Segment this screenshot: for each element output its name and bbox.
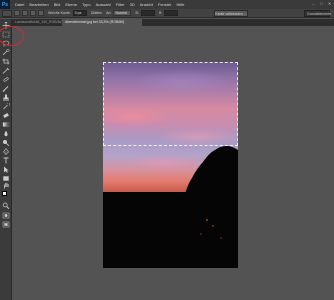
height-label: H:	[158, 11, 163, 15]
options-bar: Weiche Kante: 0 px Glätten Art: Normal B…	[0, 9, 334, 18]
menu-ebene[interactable]: Ebene	[65, 2, 77, 7]
menu-fenster[interactable]: Fenster	[158, 2, 172, 7]
style-label: Art:	[106, 11, 112, 15]
refine-edge-button[interactable]: Kante verbessern ...	[214, 10, 248, 17]
tools-panel	[0, 19, 12, 300]
history-brush-icon[interactable]	[2, 103, 10, 110]
brush-icon[interactable]	[2, 85, 10, 92]
zoom-icon[interactable]	[2, 202, 10, 209]
rectangular-marquee-icon[interactable]	[2, 31, 10, 38]
subtract-selection-button[interactable]	[30, 10, 36, 16]
document-canvas[interactable]	[103, 62, 238, 268]
menu-bild[interactable]: Bild	[54, 2, 61, 7]
menu-typo[interactable]: Typo	[82, 2, 91, 7]
screen-mode-icon[interactable]	[2, 221, 10, 228]
menu-ansicht[interactable]: Ansicht	[140, 2, 153, 7]
eraser-icon[interactable]	[2, 112, 10, 119]
workspace-select[interactable]: Grundelemente	[304, 10, 331, 17]
menu-hilfe[interactable]: Hilfe	[176, 2, 184, 7]
blur-icon[interactable]	[2, 130, 10, 137]
menu-datei[interactable]: Datei	[15, 2, 24, 7]
shape-icon[interactable]	[2, 175, 10, 182]
dodge-icon[interactable]	[2, 139, 10, 146]
photoshop-logo: Ps	[0, 0, 10, 9]
pen-icon[interactable]	[2, 148, 10, 155]
lasso-icon[interactable]	[2, 40, 10, 47]
feather-label: Weiche Kante:	[48, 11, 71, 15]
clone-stamp-icon[interactable]	[2, 94, 10, 101]
height-input[interactable]	[164, 10, 179, 16]
quick-selection-icon[interactable]	[2, 49, 10, 56]
width-input[interactable]	[140, 10, 155, 16]
maximize-button[interactable]: □	[319, 1, 324, 7]
healing-brush-icon[interactable]	[2, 76, 10, 83]
crop-icon[interactable]	[2, 58, 10, 65]
hand-icon[interactable]	[2, 182, 10, 189]
add-selection-button[interactable]	[22, 10, 28, 16]
antialias-label: Glätten	[90, 11, 102, 15]
tab-abendhimmel[interactable]: Abendhimmel.jpg bei 33,3% (RGB/8#)	[62, 19, 142, 26]
window-controls: – □ ✕	[311, 1, 332, 7]
path-selection-icon[interactable]	[2, 166, 10, 173]
document-tabs: Landschaftsbild_100_RGB/8#) Abendhimmel.…	[12, 19, 334, 26]
feather-input[interactable]: 0 px	[72, 10, 87, 16]
close-button[interactable]: ✕	[327, 1, 332, 7]
minimize-button[interactable]: –	[311, 1, 316, 7]
tool-preset-picker[interactable]	[2, 9, 12, 17]
menu-bearbeiten[interactable]: Bearbeiten	[29, 2, 48, 7]
intersect-selection-button[interactable]	[38, 10, 44, 16]
type-icon[interactable]	[2, 157, 10, 164]
menu-bar: Ps Datei Bearbeiten Bild Ebene Typo Ausw…	[0, 0, 334, 9]
move-icon[interactable]	[2, 22, 10, 29]
foreground-color-swatch[interactable]	[2, 191, 7, 196]
width-label: B:	[135, 11, 139, 15]
menu-filter[interactable]: Filter	[116, 2, 125, 7]
quick-mask-icon[interactable]	[2, 212, 10, 219]
eyedropper-icon[interactable]	[2, 67, 10, 74]
tab-landschaftsbild[interactable]: Landschaftsbild_100_RGB/8#)	[12, 19, 62, 26]
new-selection-button[interactable]	[14, 10, 20, 16]
menu-auswahl[interactable]: Auswahl	[96, 2, 111, 7]
gradient-icon[interactable]	[2, 121, 10, 128]
menu-3d[interactable]: 3D	[130, 2, 135, 7]
tree-silhouette	[103, 146, 238, 268]
style-select[interactable]: Normal	[113, 10, 132, 16]
